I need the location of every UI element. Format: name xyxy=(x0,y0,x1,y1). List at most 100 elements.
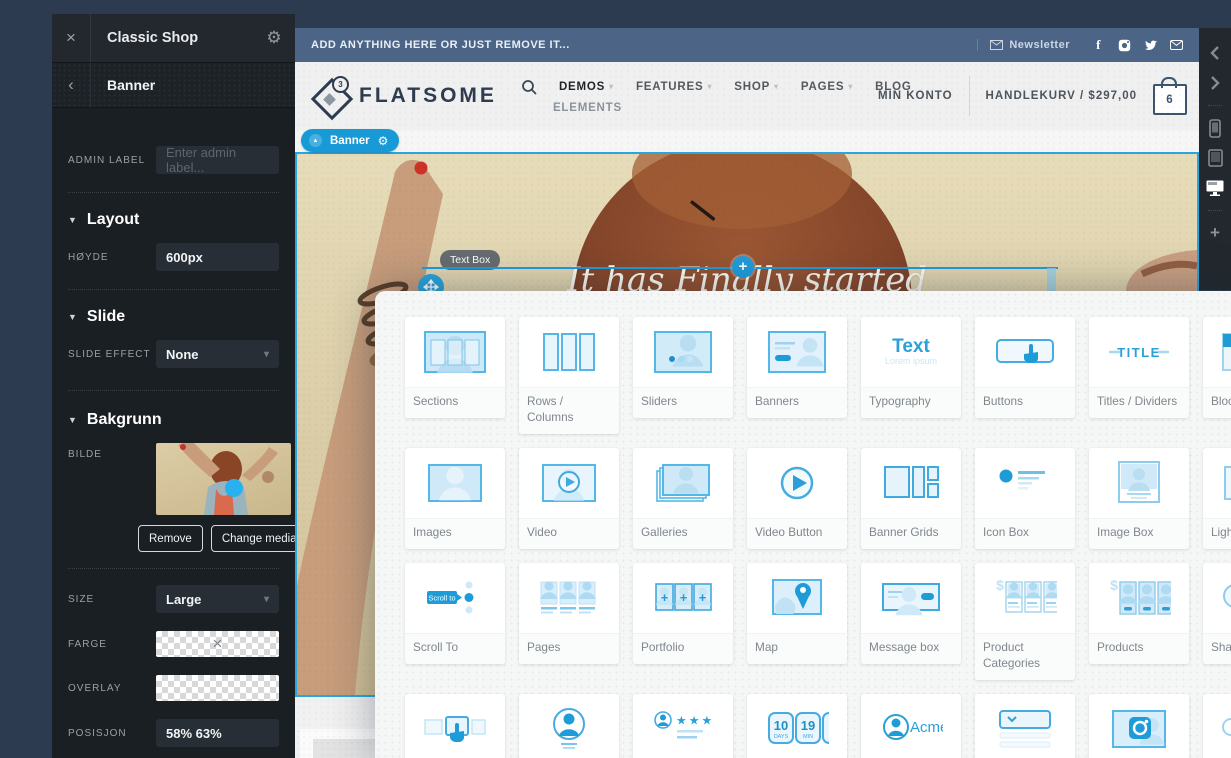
section-layout[interactable]: ▼ Layout xyxy=(68,211,279,229)
topbar-message: ADD ANYTHING HERE OR JUST REMOVE IT... xyxy=(311,39,570,51)
cart-link[interactable]: HANDLEKURV / $297,00 xyxy=(986,90,1137,102)
element-card[interactable]: Sections xyxy=(405,317,505,418)
element-card[interactable]: Galleries xyxy=(633,448,733,549)
facebook-icon[interactable]: f xyxy=(1092,39,1105,52)
size-select[interactable]: Large ▾ xyxy=(156,585,279,613)
nav-row-1: DEMOS ▾ FEATURES ▾ SHOP ▾ PAGES ▾ BL xyxy=(521,79,912,95)
panel-header: × Classic Shop ⚙ xyxy=(52,14,295,63)
brand-name: FLATSOME xyxy=(359,84,497,108)
gear-icon[interactable]: ⚙ xyxy=(253,28,295,48)
position-label: POSISJON xyxy=(68,726,156,741)
element-card[interactable]: Sliders xyxy=(633,317,733,418)
nav-item[interactable]: SHOP ▾ xyxy=(734,81,779,93)
undo-chevron-left-icon[interactable] xyxy=(1199,38,1231,68)
back-chevron-icon[interactable]: ‹ xyxy=(52,63,91,107)
admin-label-input[interactable]: Enter admin label... xyxy=(156,146,279,174)
redo-chevron-right-icon[interactable] xyxy=(1199,68,1231,98)
element-card-label: Share icons xyxy=(1203,633,1231,664)
overlay-swatch[interactable] xyxy=(156,675,279,701)
element-card[interactable]: $ Products xyxy=(1089,563,1189,664)
nav-item[interactable]: FEATURES ▾ xyxy=(636,81,712,93)
svg-text:19: 19 xyxy=(801,718,815,733)
element-card[interactable]: Search xyxy=(1203,694,1231,758)
element-card[interactable]: Map xyxy=(747,563,847,664)
element-card[interactable]: Images xyxy=(405,448,505,549)
account-link[interactable]: MIN KONTO xyxy=(878,90,953,102)
element-card-label: Message box xyxy=(861,633,961,664)
email-icon[interactable] xyxy=(1170,39,1183,52)
nav-item[interactable]: DEMOS ▾ xyxy=(559,81,614,93)
element-card[interactable]: Scroll to Scroll To xyxy=(405,563,505,664)
height-input[interactable]: 600px xyxy=(156,243,279,271)
image-buttons: Remove Change media xyxy=(138,525,279,552)
account-area: MIN KONTO HANDLEKURV / $297,00 6 xyxy=(878,62,1187,130)
element-card[interactable]: Block xyxy=(1203,317,1231,418)
element-card[interactable]: TextLorem ipsum Typography xyxy=(861,317,961,418)
site-logo[interactable]: 3 FLATSOME xyxy=(295,79,497,113)
desktop-preview-icon[interactable] xyxy=(1199,173,1231,203)
change-media-button[interactable]: Change media xyxy=(211,525,295,552)
tablet-preview-icon[interactable] xyxy=(1199,143,1231,173)
svg-text:Lorem ipsum: Lorem ipsum xyxy=(885,356,937,366)
section-slide[interactable]: ▼ Slide xyxy=(68,308,279,326)
sections-icon xyxy=(405,317,505,387)
element-card[interactable]: Rows / Columns xyxy=(519,317,619,434)
phone-preview-icon[interactable] xyxy=(1199,113,1231,143)
search-icon xyxy=(1203,694,1231,758)
slide-effect-select[interactable]: None ▾ xyxy=(156,340,279,368)
element-card[interactable]: Share icons xyxy=(1203,563,1231,664)
element-card[interactable]: 10DAYS19MIN Countdown xyxy=(747,694,847,758)
position-input[interactable]: 58% 63% xyxy=(156,719,279,747)
element-card-label: Galleries xyxy=(633,518,733,549)
add-icon[interactable]: + xyxy=(1199,218,1231,248)
element-card[interactable]: Video Button xyxy=(747,448,847,549)
newsletter-link[interactable]: Newsletter xyxy=(977,39,1082,51)
divider xyxy=(68,390,279,391)
element-card[interactable]: Message box xyxy=(861,563,961,664)
element-card[interactable]: Accordion xyxy=(975,694,1075,758)
element-card[interactable]: Image Box xyxy=(1089,448,1189,549)
remove-button[interactable]: Remove xyxy=(138,525,203,552)
scroll-to-icon: Scroll to xyxy=(405,563,505,633)
element-card[interactable]: ★★★ Testimonials xyxy=(633,694,733,758)
svg-text:TITLE: TITLE xyxy=(1117,345,1161,360)
element-card[interactable]: TITLE Titles / Dividers xyxy=(1089,317,1189,418)
element-card[interactable]: Video xyxy=(519,448,619,549)
element-card[interactable]: Acme Logo xyxy=(861,694,961,758)
element-card[interactable]: Buttons xyxy=(975,317,1075,418)
galleries-icon xyxy=(633,448,733,518)
search-icon[interactable] xyxy=(521,79,537,95)
element-card[interactable]: Tabs xyxy=(405,694,505,758)
banner-pill-label: Banner xyxy=(330,135,370,147)
element-card[interactable]: Icon Box xyxy=(975,448,1075,549)
twitter-icon[interactable] xyxy=(1144,39,1157,52)
nav-item-elements[interactable]: ELEMENTS xyxy=(553,102,912,114)
section-layout-title: Layout xyxy=(87,211,139,229)
element-card[interactable]: Pages xyxy=(519,563,619,664)
element-card[interactable]: Banners xyxy=(747,317,847,418)
nav-item[interactable]: PAGES ▾ xyxy=(801,81,853,93)
color-swatch[interactable]: × xyxy=(156,631,279,657)
video-icon xyxy=(519,448,619,518)
element-card-label: Portfolio xyxy=(633,633,733,664)
panel-breadcrumb: ‹ Banner xyxy=(52,63,295,108)
section-background[interactable]: ▼ Bakgrunn xyxy=(68,411,279,429)
element-card[interactable]: Lightbox xyxy=(1203,448,1231,549)
close-icon[interactable]: × xyxy=(52,14,91,62)
element-card[interactable]: Banner Grids xyxy=(861,448,961,549)
banner-pill[interactable]: ▲ Banner ⚙ xyxy=(301,129,399,152)
gear-icon[interactable]: ⚙ xyxy=(378,134,389,148)
add-element-button[interactable]: + xyxy=(732,256,754,278)
cart-bag-icon[interactable]: 6 xyxy=(1153,84,1187,115)
map-icon xyxy=(747,563,847,633)
svg-text:Scroll to: Scroll to xyxy=(428,593,455,602)
element-card[interactable]: +++ Portfolio xyxy=(633,563,733,664)
background-image-thumbnail[interactable] xyxy=(156,443,291,515)
element-card[interactable]: $ Product Categories xyxy=(975,563,1075,680)
chevron-down-icon: ▾ xyxy=(609,82,614,91)
element-card-label: Video Button xyxy=(747,518,847,549)
chevron-up-icon[interactable]: ▲ xyxy=(309,134,322,147)
element-card[interactable]: Team Member xyxy=(519,694,619,758)
instagram-icon[interactable] xyxy=(1118,39,1131,52)
element-card[interactable]: Instagram feed xyxy=(1089,694,1189,758)
